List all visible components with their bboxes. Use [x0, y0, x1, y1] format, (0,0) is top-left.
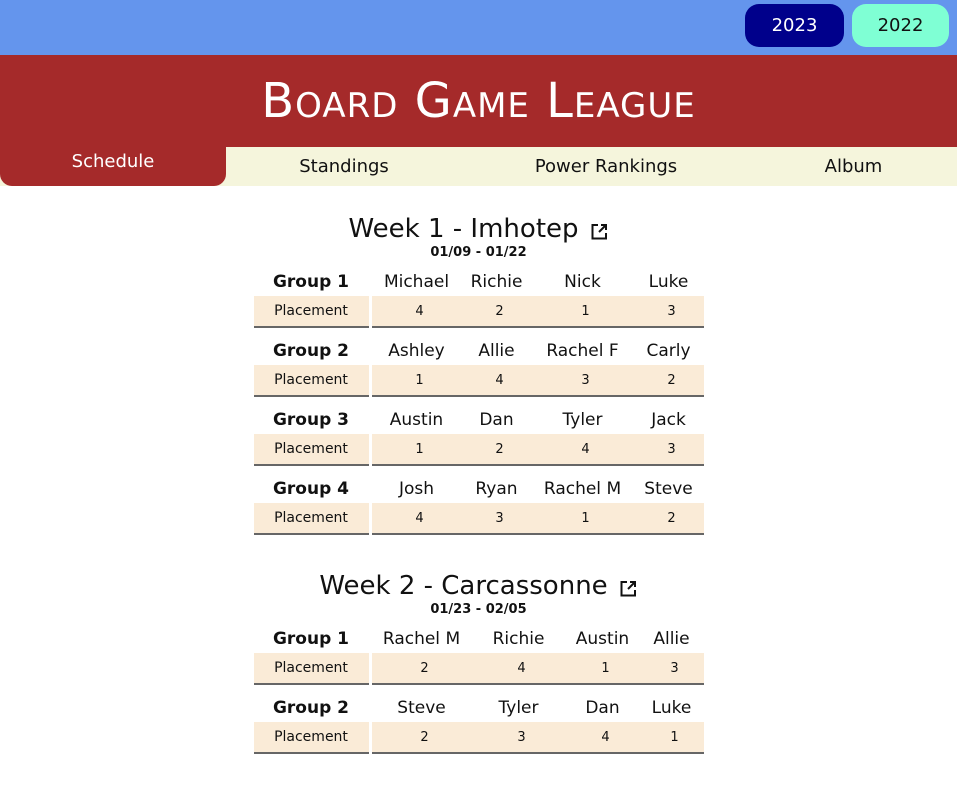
player-name: Steve — [397, 698, 446, 718]
week-title-text: Week 2 - Carcassonne — [319, 571, 608, 601]
placement-value: 3 — [581, 372, 590, 388]
player-name: Austin — [575, 629, 630, 649]
tab-power-rankings[interactable]: Power Rankings — [462, 147, 750, 186]
placement-label: Placement — [253, 365, 369, 397]
player-name: Dan — [479, 410, 514, 430]
player-name: Ryan — [475, 479, 518, 499]
player-name: Ashley — [388, 341, 445, 361]
placement-value: 4 — [601, 729, 610, 745]
year-2023-button[interactable]: 2023 — [745, 4, 844, 47]
placement-label: Placement — [253, 653, 369, 685]
placement-value: 2 — [420, 729, 429, 745]
placement-value: 2 — [667, 372, 676, 388]
placement-label: Placement — [253, 503, 369, 535]
placement-value: 3 — [495, 510, 504, 526]
placement-label: Placement — [253, 722, 369, 754]
placement-value: 1 — [581, 303, 590, 319]
week-dates: 01/23 - 02/05 — [430, 602, 527, 617]
player-name: Austin — [389, 410, 444, 430]
placement-value: 2 — [667, 510, 676, 526]
group-table: Group 1 Michael Richie Nick Luke Placeme… — [253, 272, 704, 328]
placement-label: Placement — [253, 296, 369, 328]
placement-value: 1 — [415, 441, 424, 457]
placement-value: 1 — [670, 729, 679, 745]
group-table: Group 3 Austin Dan Tyler Jack Placement … — [253, 410, 704, 466]
site-header: Board Game League — [0, 55, 957, 147]
placement-value: 4 — [415, 510, 424, 526]
tab-schedule[interactable]: Schedule — [0, 147, 226, 186]
placement-value: 3 — [517, 729, 526, 745]
placement-value: 4 — [517, 660, 526, 676]
group-table: Group 2 Steve Tyler Dan Luke Placement 2… — [253, 698, 704, 754]
week-dates: 01/09 - 01/22 — [430, 245, 527, 260]
group-name: Group 3 — [272, 410, 350, 430]
placement-value: 2 — [495, 303, 504, 319]
placement-value: 4 — [415, 303, 424, 319]
placement-value: 3 — [670, 660, 679, 676]
placement-value: 3 — [667, 303, 676, 319]
player-name: Rachel F — [546, 341, 619, 361]
player-name: Richie — [470, 272, 523, 292]
tab-album[interactable]: Album — [750, 147, 957, 186]
placement-value: 1 — [581, 510, 590, 526]
placement-value: 1 — [601, 660, 610, 676]
player-name: Luke — [651, 698, 692, 718]
player-name: Richie — [492, 629, 545, 649]
week-title-text: Week 1 - Imhotep — [348, 214, 579, 244]
group-table: Group 2 Ashley Allie Rachel F Carly Plac… — [253, 341, 704, 397]
player-name: Josh — [398, 479, 435, 499]
placement-value: 1 — [415, 372, 424, 388]
placement-value: 2 — [420, 660, 429, 676]
player-name: Tyler — [498, 698, 539, 718]
group-table: Group 4 Josh Ryan Rachel M Steve Placeme… — [253, 479, 704, 535]
player-name: Nick — [564, 272, 601, 292]
site-title: Board Game League — [261, 73, 696, 129]
group-name: Group 2 — [272, 341, 350, 361]
placement-value: 4 — [581, 441, 590, 457]
player-name: Dan — [585, 698, 620, 718]
player-name: Rachel M — [543, 479, 622, 499]
placement-value: 3 — [667, 441, 676, 457]
week-section: Week 1 - Imhotep 01/09 - 01/22 Group 1 M… — [253, 186, 704, 535]
external-link-icon[interactable] — [618, 576, 638, 597]
group-name: Group 4 — [272, 479, 350, 499]
player-name: Steve — [644, 479, 693, 499]
group-name: Group 1 — [272, 272, 350, 292]
external-link-icon[interactable] — [589, 219, 609, 240]
player-name: Carly — [646, 341, 691, 361]
placement-value: 2 — [495, 441, 504, 457]
player-name: Luke — [648, 272, 689, 292]
tab-standings[interactable]: Standings — [226, 147, 462, 186]
week-section: Week 2 - Carcassonne 01/23 - 02/05 Group… — [253, 571, 704, 754]
player-name: Allie — [653, 629, 690, 649]
placement-label: Placement — [253, 434, 369, 466]
week-title: Week 1 - Imhotep — [348, 214, 608, 244]
player-name: Michael — [383, 272, 450, 292]
player-name: Allie — [478, 341, 515, 361]
group-name: Group 1 — [272, 629, 350, 649]
placement-value: 4 — [495, 372, 504, 388]
week-title: Week 2 - Carcassonne — [319, 571, 637, 601]
group-table: Group 1 Rachel M Richie Austin Allie Pla… — [253, 629, 704, 685]
player-name: Jack — [651, 410, 686, 430]
player-name: Rachel M — [382, 629, 461, 649]
year-2022-button[interactable]: 2022 — [852, 4, 949, 47]
player-name: Tyler — [562, 410, 603, 430]
main-nav: Schedule Standings Power Rankings Album — [0, 147, 957, 186]
year-bar: 2023 2022 — [0, 0, 957, 55]
group-name: Group 2 — [272, 698, 350, 718]
